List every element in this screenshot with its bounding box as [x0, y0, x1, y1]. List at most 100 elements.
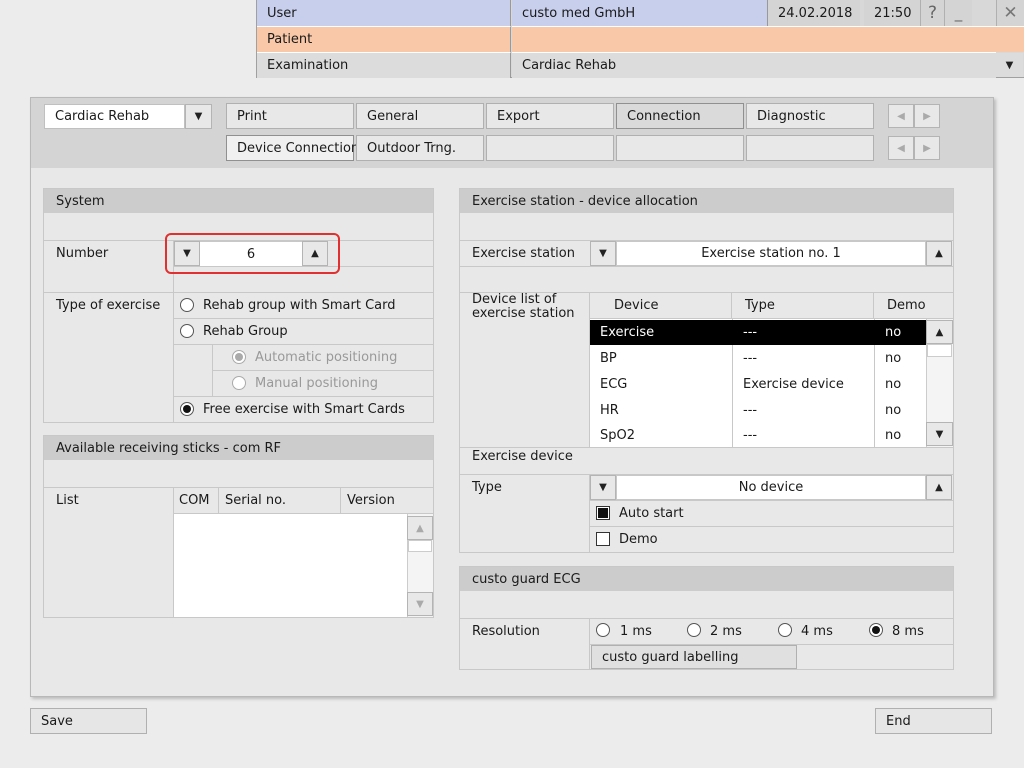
custo-guard-labelling-button[interactable]: custo guard labelling [591, 645, 797, 669]
device-scroll-down-icon[interactable]: ▼ [926, 422, 953, 446]
sticks-list[interactable] [174, 514, 407, 617]
end-button[interactable]: End [875, 708, 992, 734]
resolution-label: Resolution [472, 623, 540, 639]
examination-label: Examination [257, 52, 511, 78]
resolution-8ms-radio[interactable] [869, 623, 883, 637]
tab-scroll-left-icon[interactable]: ◀ [888, 104, 914, 128]
auto-start-label[interactable]: Auto start [619, 506, 684, 521]
time-display: 21:50 [864, 0, 920, 26]
tab-diagnostic[interactable]: Diagnostic [746, 103, 874, 129]
user-value: custo med GmbH [512, 0, 768, 26]
tab-scroll-right-icon[interactable]: ▶ [914, 104, 940, 128]
number-highlight-box [165, 233, 340, 274]
module-select-dropdown-icon[interactable]: ▼ [185, 104, 212, 129]
column-version: Version [347, 493, 395, 508]
resolution-4ms-label[interactable]: 4 ms [801, 624, 833, 639]
resolution-2ms-radio[interactable] [687, 623, 701, 637]
examination-value[interactable]: Cardiac Rehab [512, 52, 996, 78]
close-button[interactable]: ✕ [996, 0, 1024, 26]
column-demo: Demo [887, 298, 926, 313]
resolution-2ms-label[interactable]: 2 ms [710, 624, 742, 639]
minimize-button[interactable]: _ [944, 0, 972, 26]
device-type-next-icon[interactable]: ▲ [926, 475, 952, 500]
patient-value[interactable] [512, 26, 1024, 52]
patient-label: Patient [257, 26, 511, 52]
tab-empty-1 [486, 135, 614, 161]
sticks-scroll-thumb[interactable] [408, 540, 432, 552]
column-type: Type [733, 293, 874, 318]
resolution-4ms-radio[interactable] [778, 623, 792, 637]
demo-cell[interactable]: no [875, 372, 926, 397]
type-cell[interactable]: --- [733, 320, 874, 345]
device-scroll-thumb[interactable] [927, 344, 952, 357]
device-cell[interactable]: Exercise [590, 320, 732, 345]
tab-row2-scroll-right-icon[interactable]: ▶ [914, 136, 940, 160]
sticks-scroll-up-icon[interactable]: ▲ [407, 516, 433, 540]
automatic-positioning-label[interactable]: Automatic positioning [255, 350, 397, 365]
auto-start-checkbox[interactable] [596, 506, 610, 520]
rehab-group-smart-card-label[interactable]: Rehab group with Smart Card [203, 298, 396, 313]
demo-cell[interactable]: no [875, 320, 926, 345]
demo-checkbox[interactable] [596, 532, 610, 546]
free-exercise-smart-cards-radio[interactable] [180, 402, 194, 416]
sticks-scroll-down-icon[interactable]: ▼ [407, 592, 433, 616]
demo-cell[interactable]: no [875, 398, 926, 423]
type-cell[interactable]: --- [733, 398, 874, 423]
receiving-sticks-title: Available receiving sticks - com RF [44, 436, 433, 460]
tab-print[interactable]: Print [226, 103, 354, 129]
automatic-positioning-radio[interactable] [232, 350, 246, 364]
demo-cell[interactable]: no [875, 346, 926, 371]
demo-cell[interactable]: no [875, 424, 926, 447]
type-cell[interactable]: --- [733, 346, 874, 371]
manual-positioning-label[interactable]: Manual positioning [255, 376, 378, 391]
tab-device-connection[interactable]: Device Connection [226, 135, 359, 161]
exercise-station-prev-icon[interactable]: ▼ [590, 241, 616, 266]
tab-export[interactable]: Export [486, 103, 614, 129]
device-type-prev-icon[interactable]: ▼ [590, 475, 616, 500]
manual-positioning-radio[interactable] [232, 376, 246, 390]
tab-empty-2 [616, 135, 744, 161]
type-cell[interactable]: Exercise device [733, 372, 874, 397]
column-serial-no: Serial no. [220, 488, 341, 513]
type-of-exercise-label: Type of exercise [56, 297, 161, 313]
column-device: Device [590, 293, 732, 318]
list-label: List [56, 492, 79, 508]
device-list-label: Device list of exercise station [472, 292, 575, 321]
guard-title: custo guard ECG [460, 567, 953, 591]
tab-connection[interactable]: Connection [616, 103, 744, 129]
resolution-1ms-label[interactable]: 1 ms [620, 624, 652, 639]
resolution-1ms-radio[interactable] [596, 623, 610, 637]
examination-dropdown-icon[interactable]: ▼ [996, 53, 1023, 77]
help-button[interactable]: ? [920, 0, 944, 26]
rehab-group-smart-card-radio[interactable] [180, 298, 194, 312]
tab-row2-scroll-left-icon[interactable]: ◀ [888, 136, 914, 160]
device-cell[interactable]: SpO2 [590, 424, 732, 447]
resolution-8ms-label[interactable]: 8 ms [892, 624, 924, 639]
allocation-title: Exercise station - device allocation [460, 189, 953, 213]
module-select[interactable]: Cardiac Rehab [44, 104, 185, 129]
save-button[interactable]: Save [30, 708, 147, 734]
device-type-value[interactable]: No device [616, 475, 926, 500]
device-cell[interactable]: HR [590, 398, 732, 423]
tab-general[interactable]: General [356, 103, 484, 129]
device-cell[interactable]: BP [590, 346, 732, 371]
tab-empty-3 [746, 135, 874, 161]
free-exercise-smart-cards-label[interactable]: Free exercise with Smart Cards [203, 402, 405, 417]
exercise-station-label: Exercise station [472, 245, 575, 261]
column-com: COM [174, 488, 219, 513]
demo-label[interactable]: Demo [619, 532, 658, 547]
number-label: Number [56, 245, 109, 261]
date-display: 24.02.2018 [768, 0, 860, 26]
device-cell[interactable]: ECG [590, 372, 732, 397]
rehab-group-radio[interactable] [180, 324, 194, 338]
user-label: User [257, 0, 511, 26]
tab-outdoor-training[interactable]: Outdoor Trng. [356, 135, 484, 161]
exercise-station-next-icon[interactable]: ▲ [926, 241, 952, 266]
system-title: System [44, 189, 433, 213]
device-scroll-up-icon[interactable]: ▲ [926, 320, 953, 344]
type-cell[interactable]: --- [733, 424, 874, 447]
device-type-label: Type [472, 479, 502, 495]
exercise-device-label: Exercise device [472, 449, 573, 464]
exercise-station-value[interactable]: Exercise station no. 1 [616, 241, 926, 266]
rehab-group-label[interactable]: Rehab Group [203, 324, 288, 339]
